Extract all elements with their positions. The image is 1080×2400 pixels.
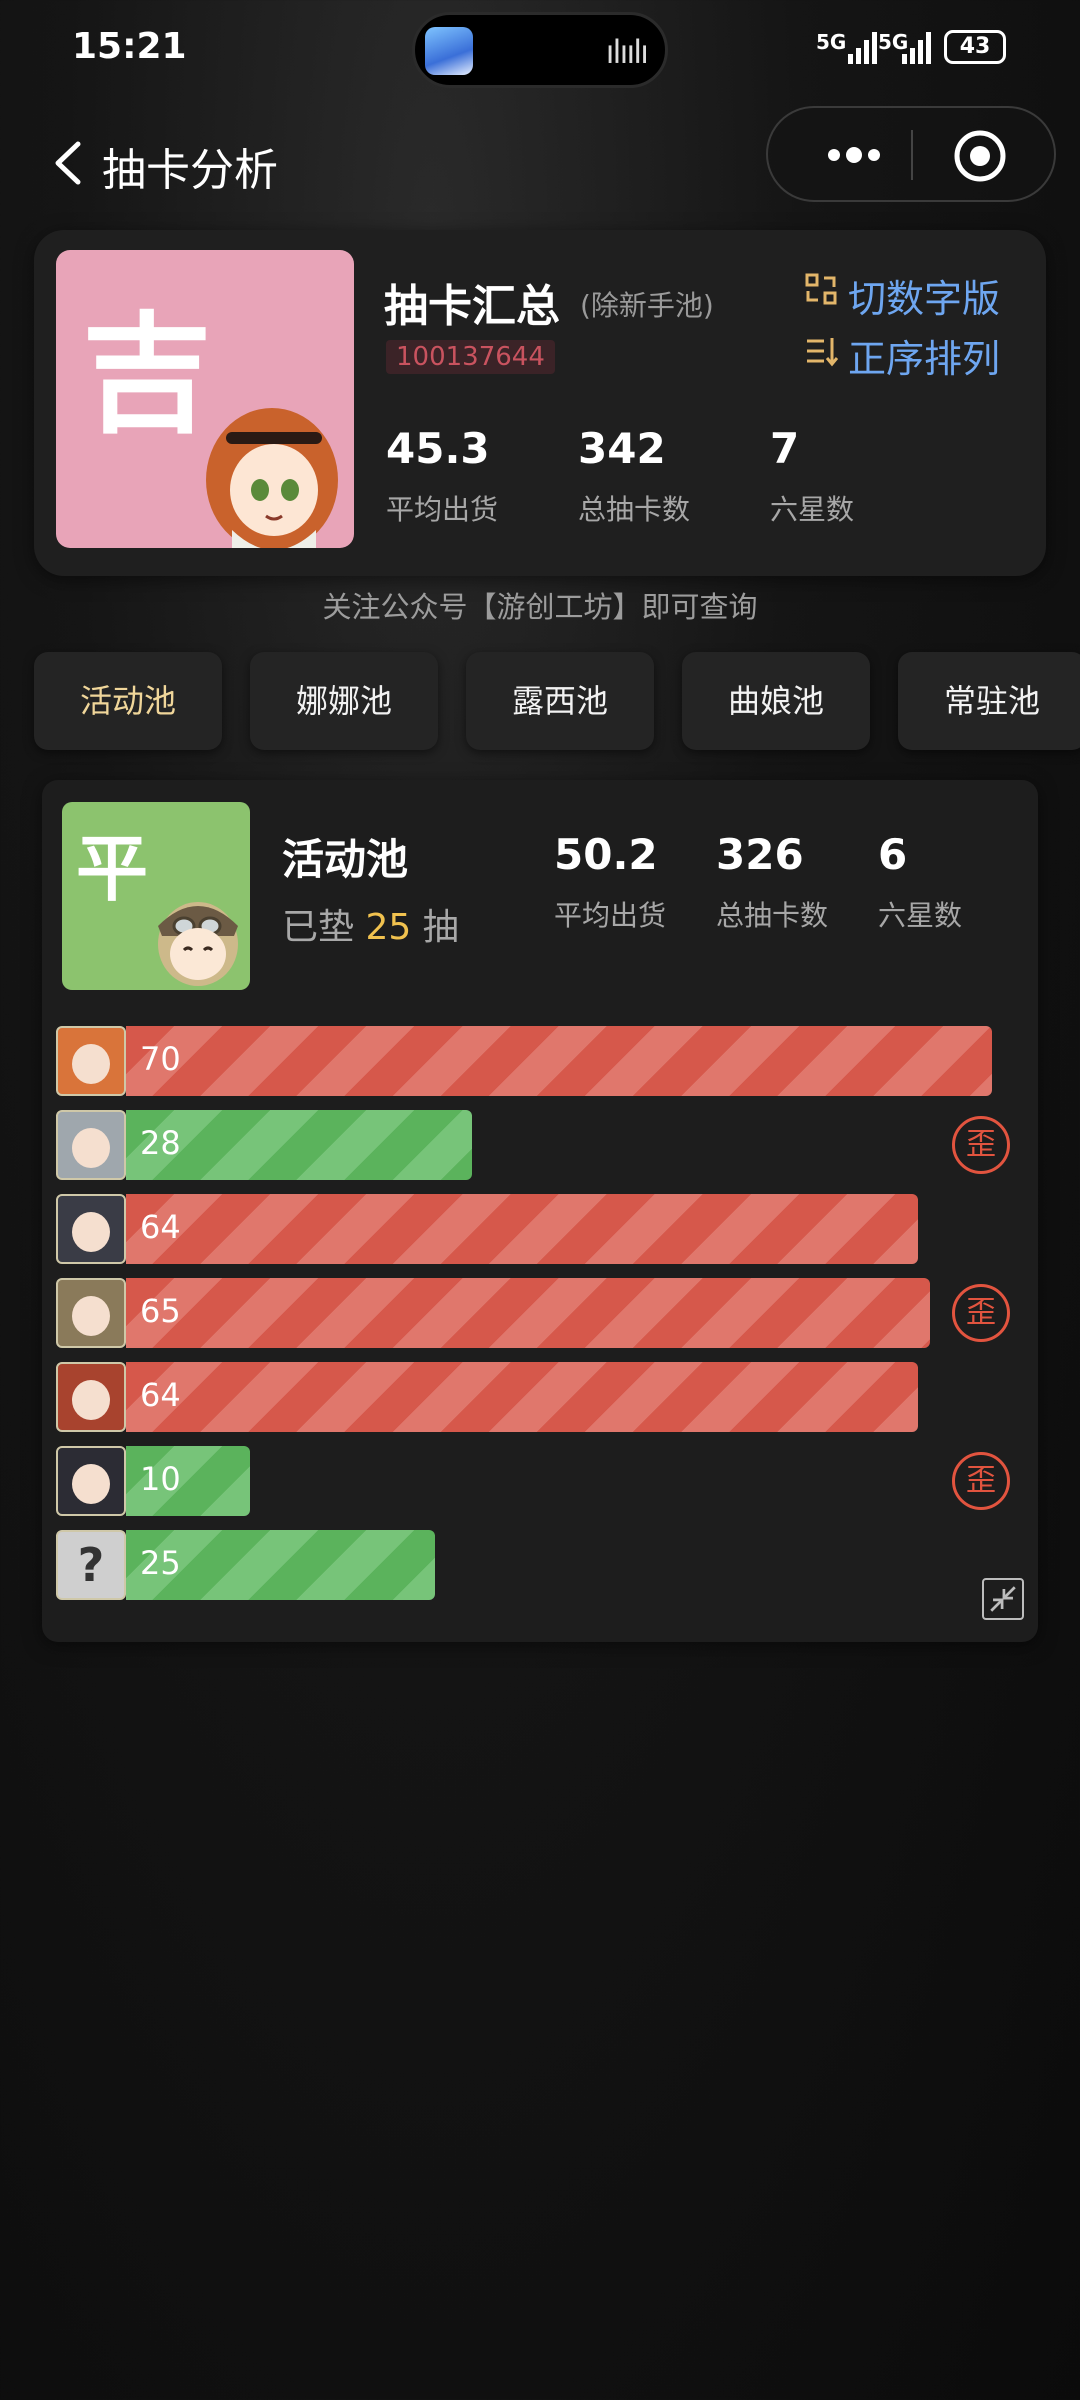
- pull-bar: 25: [126, 1530, 435, 1600]
- pool-mascot-illustration: [158, 902, 238, 986]
- pull-bar: 28: [126, 1110, 472, 1180]
- pull-bar: 64: [126, 1194, 918, 1264]
- pity-count: 25: [365, 907, 412, 948]
- char-avatar-silver-hair: [56, 1110, 126, 1180]
- signal-label-1: 5G: [816, 30, 847, 54]
- collapse-icon[interactable]: [982, 1578, 1024, 1620]
- pull-count: 28: [140, 1124, 181, 1162]
- pool-six-star-label: 六星数: [878, 899, 963, 932]
- sort-order-button[interactable]: 正序排列: [848, 328, 1000, 383]
- pull-count: 65: [140, 1292, 181, 1330]
- follow-hint-text: 关注公众号【游创工坊】即可查询: [322, 590, 758, 624]
- off-banner-badge: 歪: [952, 1284, 1010, 1342]
- pool-avg-value: 50.2: [554, 830, 658, 879]
- avatar-face: [72, 1464, 110, 1504]
- mascot-illustration: [206, 408, 338, 548]
- char-avatar-witch-hat: [56, 1194, 126, 1264]
- summary-avg-value: 45.3: [386, 424, 490, 473]
- pity-suffix: 抽: [422, 907, 459, 948]
- pool-name: 活动池: [282, 835, 409, 884]
- pull-count: 64: [140, 1208, 181, 1246]
- tab-event-pool[interactable]: 活动池: [34, 652, 222, 750]
- pity-counter: 已垫 25 抽: [282, 898, 459, 950]
- pity-prefix: 已垫: [282, 907, 355, 948]
- avatar-face: [72, 1212, 110, 1252]
- pull-count: 70: [140, 1040, 181, 1078]
- pool-luck-character: 平: [76, 826, 149, 911]
- avatar-face: [72, 1044, 110, 1084]
- pull-bar: 10: [126, 1446, 250, 1516]
- pull-bar: 70: [126, 1026, 992, 1096]
- pool-six-star-value: 6: [878, 830, 908, 879]
- unknown-avatar-mark: ?: [77, 1538, 105, 1592]
- summary-total-value: 342: [578, 424, 666, 473]
- pull-bar: 65: [126, 1278, 930, 1348]
- more-options-icon[interactable]: [804, 130, 904, 180]
- summary-avg-label: 平均出货: [386, 493, 499, 526]
- avatar-face: [72, 1380, 110, 1420]
- summary-six-star-value: 7: [770, 424, 800, 473]
- unknown-avatar: ?: [56, 1530, 126, 1600]
- back-chevron-icon[interactable]: [48, 138, 88, 188]
- off-banner-badge: 歪: [952, 1116, 1010, 1174]
- pull-count: 10: [140, 1460, 181, 1498]
- avatar-face: [72, 1128, 110, 1168]
- capsule-divider: [911, 130, 913, 180]
- summary-total-label: 总抽卡数: [578, 493, 691, 526]
- pull-bar: 64: [126, 1362, 918, 1432]
- char-avatar-aviator-cap: [56, 1278, 126, 1348]
- pool-luck-tile: 平: [62, 802, 250, 990]
- page-title: 抽卡分析: [102, 145, 278, 196]
- app-icon: [425, 27, 473, 75]
- tab-nana-pool[interactable]: 娜娜池: [250, 652, 438, 750]
- char-avatar-orange-hair: [56, 1026, 126, 1096]
- avatar-face: [72, 1296, 110, 1336]
- signal-bars-icon: [848, 32, 877, 64]
- summary-title: 抽卡汇总: [384, 281, 560, 332]
- dynamic-island: ılıılı: [412, 12, 668, 88]
- summary-subtitle: (除新手池): [580, 289, 714, 322]
- off-banner-badge: 歪: [952, 1452, 1010, 1510]
- pool-total-value: 326: [716, 830, 804, 879]
- pull-count: 64: [140, 1376, 181, 1414]
- status-time: 15:21: [72, 26, 187, 67]
- pool-total-label: 总抽卡数: [716, 899, 829, 932]
- pool-avg-label: 平均出货: [554, 899, 667, 932]
- luck-tile: 吉: [56, 250, 354, 548]
- summary-six-star-label: 六星数: [770, 493, 855, 526]
- char-avatar-red-hair: [56, 1362, 126, 1432]
- tab-qu-pool[interactable]: 曲娘池: [682, 652, 870, 750]
- signal-bars-icon: [902, 32, 931, 64]
- user-id-badge: 100137644: [386, 340, 555, 374]
- sort-icon[interactable]: [804, 334, 838, 368]
- audio-wave-icon: ılıılı: [605, 33, 649, 71]
- mini-program-capsule: [766, 106, 1056, 202]
- char-avatar-black-hair: [56, 1446, 126, 1516]
- pull-count: 25: [140, 1544, 181, 1582]
- tab-lucy-pool[interactable]: 露西池: [466, 652, 654, 750]
- switch-number-version-button[interactable]: 切数字版: [848, 268, 1000, 323]
- switch-icon[interactable]: [804, 272, 838, 306]
- tab-standard-pool[interactable]: 常驻池: [898, 652, 1080, 750]
- battery-indicator: 43: [944, 30, 1006, 64]
- close-miniprogram-icon[interactable]: [952, 128, 1008, 184]
